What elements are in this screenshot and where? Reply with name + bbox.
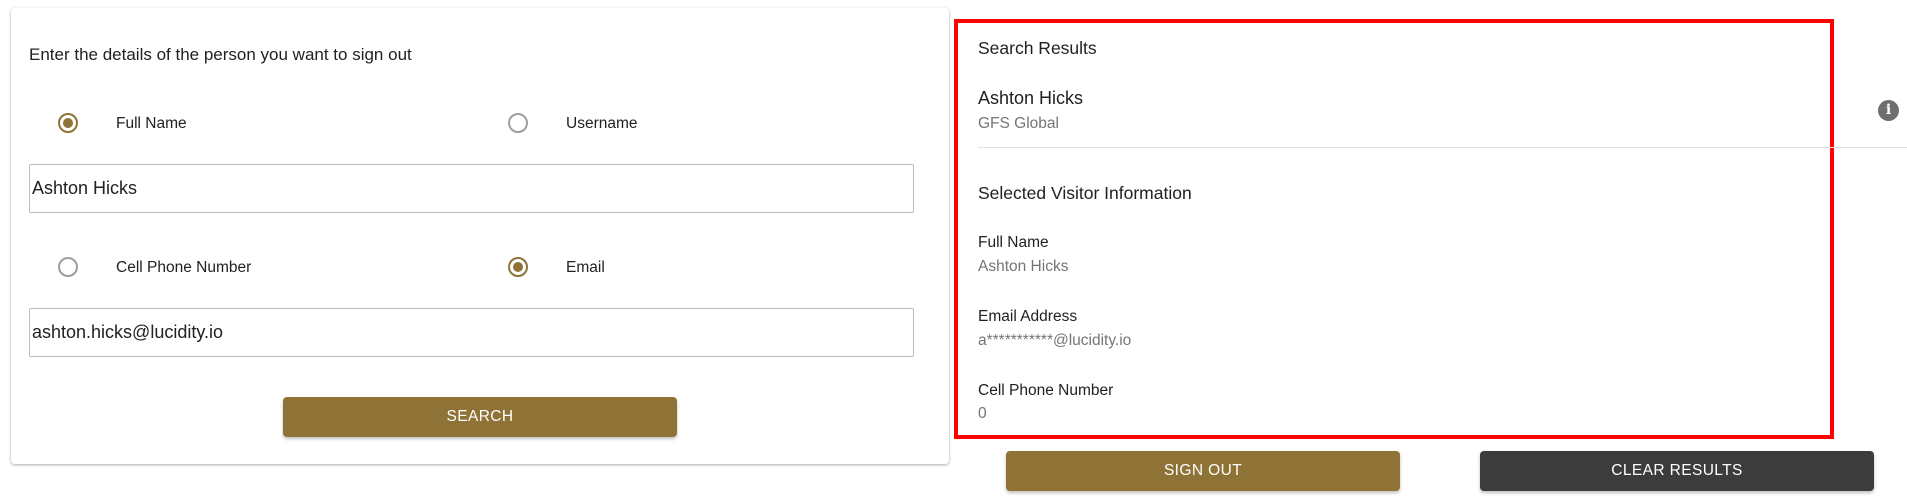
results-divider <box>978 147 1907 148</box>
radio-email-label[interactable]: Email <box>566 259 605 277</box>
full-name-input[interactable] <box>29 164 914 213</box>
sign-out-button[interactable]: SIGN OUT <box>1006 451 1400 491</box>
search-results-title: Search Results <box>978 38 1097 58</box>
email-input[interactable] <box>29 308 914 357</box>
visitor-cell-phone-value: 0 <box>978 405 987 422</box>
visitor-full-name-value: Ashton Hicks <box>978 258 1069 275</box>
radio-email-indicator[interactable] <box>508 257 528 277</box>
result-item-name[interactable]: Ashton Hicks <box>978 88 1083 109</box>
radio-username-label[interactable]: Username <box>566 115 638 133</box>
radio-cell-phone-label[interactable]: Cell Phone Number <box>116 259 251 277</box>
radio-username[interactable] <box>508 113 528 133</box>
visitor-cell-phone-label: Cell Phone Number <box>978 382 1114 399</box>
info-icon[interactable]: i <box>1878 100 1899 121</box>
result-item-company[interactable]: GFS Global <box>978 115 1059 133</box>
radio-full-name-label[interactable]: Full Name <box>116 115 187 133</box>
results-highlight-frame <box>954 19 1834 439</box>
radio-cell-phone[interactable] <box>58 257 78 277</box>
radio-full-name[interactable] <box>58 113 78 133</box>
visitor-email-label: Email Address <box>978 308 1078 325</box>
radio-cell-phone-indicator[interactable] <box>58 257 78 277</box>
clear-results-button[interactable]: CLEAR RESULTS <box>1480 451 1874 491</box>
form-instruction: Enter the details of the person you want… <box>29 45 412 64</box>
radio-email[interactable] <box>508 257 528 277</box>
sign-out-form-card <box>11 8 949 464</box>
radio-username-indicator[interactable] <box>508 113 528 133</box>
visitor-email-value: a***********@lucidity.io <box>978 332 1132 349</box>
visitor-info-title: Selected Visitor Information <box>978 183 1192 203</box>
radio-full-name-indicator[interactable] <box>58 113 78 133</box>
visitor-full-name-label: Full Name <box>978 234 1049 251</box>
search-button[interactable]: SEARCH <box>283 397 677 437</box>
